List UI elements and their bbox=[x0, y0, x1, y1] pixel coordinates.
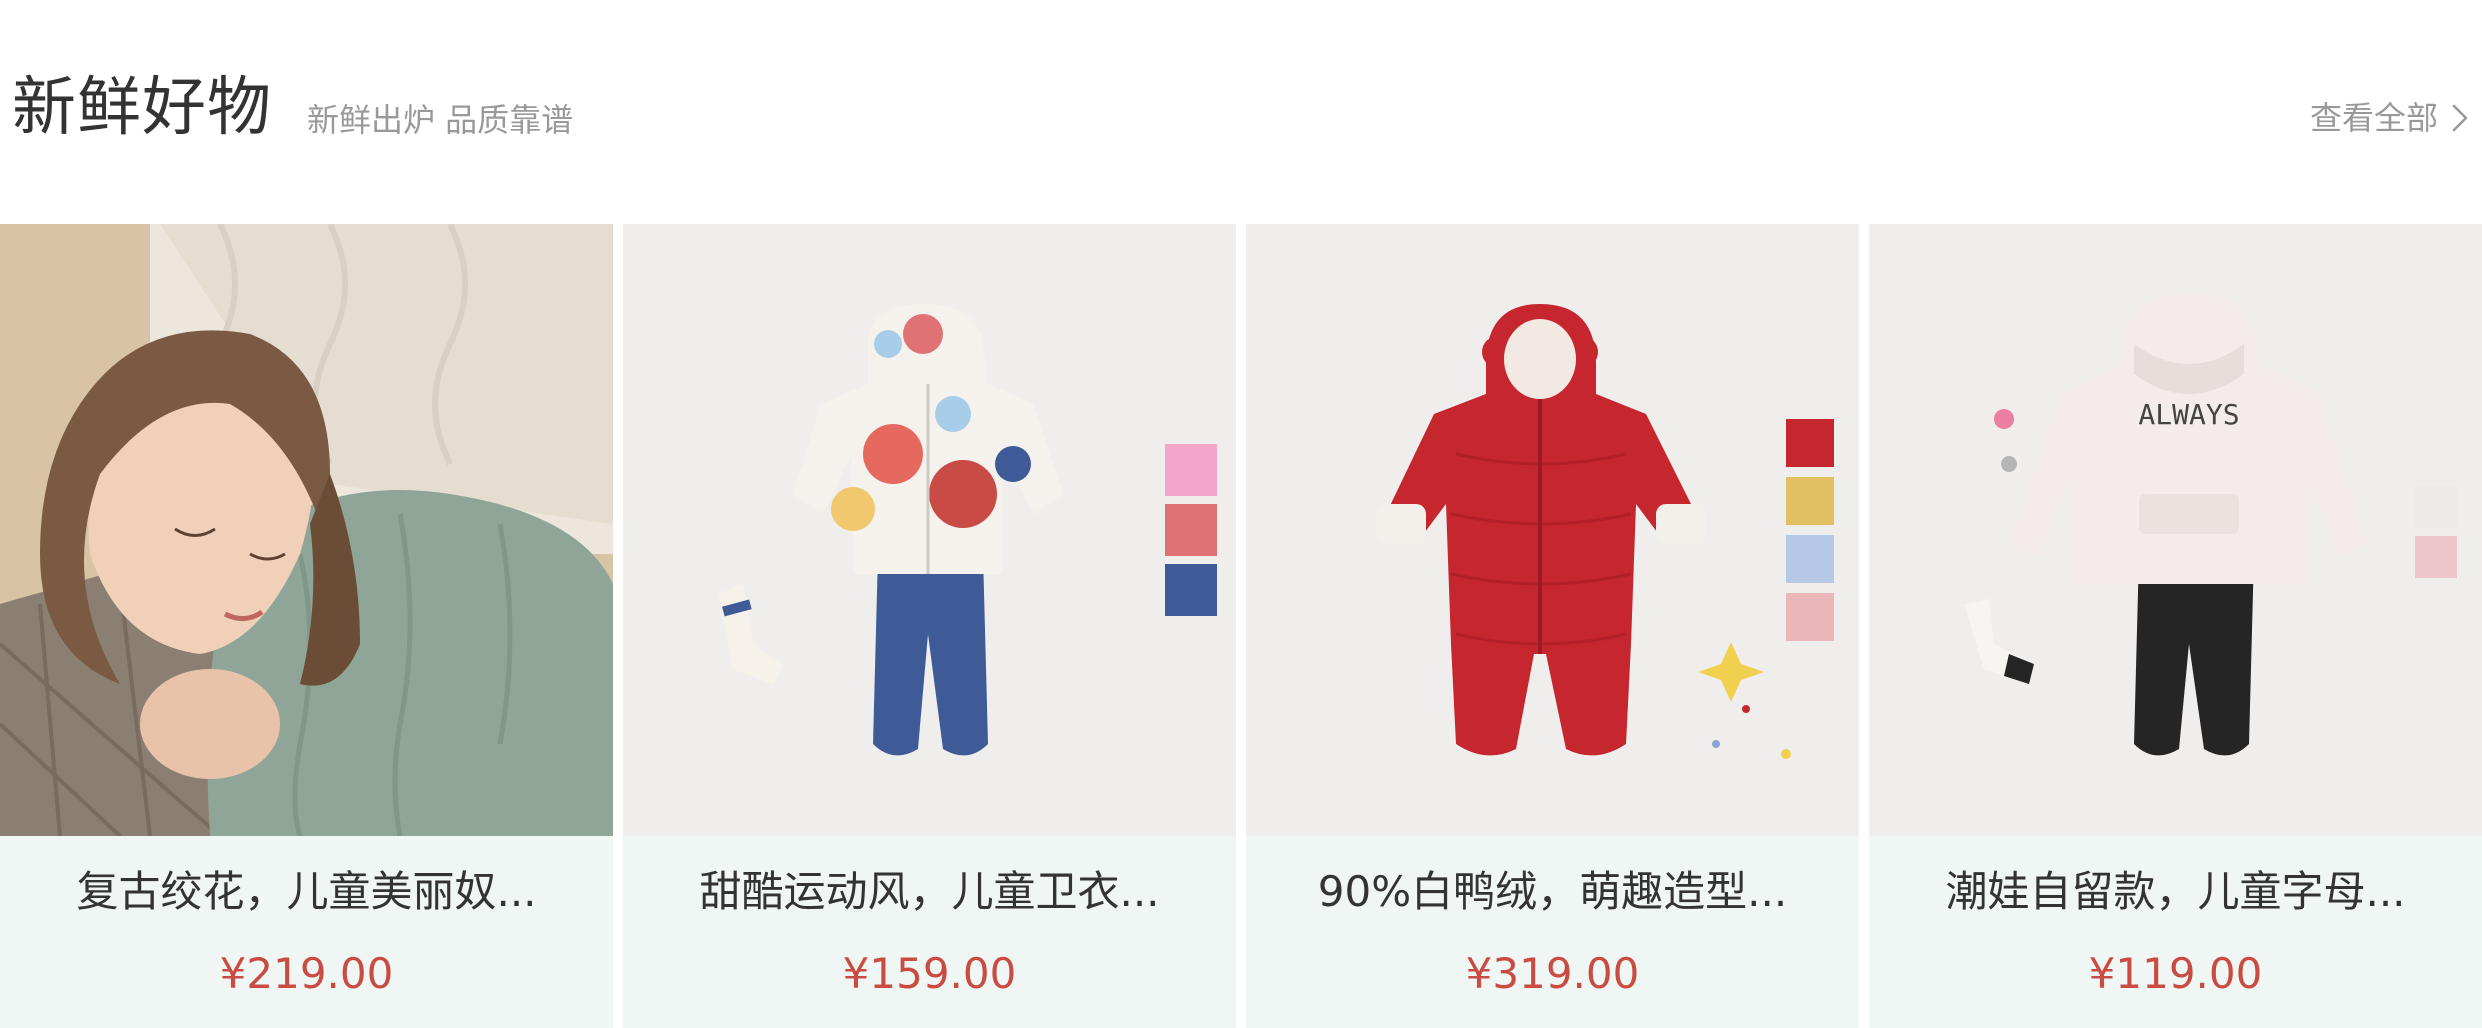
color-swatch bbox=[1165, 444, 1217, 496]
section-subtitle: 新鲜出炉 品质靠谱 bbox=[307, 101, 574, 139]
product-price: ¥219.00 bbox=[219, 949, 394, 998]
product-name: 潮娃自留款，儿童字母... bbox=[1945, 867, 2406, 916]
product-price: ¥119.00 bbox=[2088, 949, 2263, 998]
product-name: 甜酷运动风，儿童卫衣... bbox=[699, 867, 1160, 916]
product-image-hoodie-set bbox=[623, 224, 1236, 836]
hoodie-set-photo bbox=[623, 224, 1236, 836]
product-price: ¥159.00 bbox=[842, 949, 1017, 998]
product-image-girl-sweater bbox=[0, 224, 613, 836]
red-snowsuit-photo bbox=[1246, 224, 1859, 836]
color-swatch bbox=[2415, 486, 2457, 528]
chevron-right-icon bbox=[2452, 104, 2468, 132]
product-image-red-snowsuit bbox=[1246, 224, 1859, 836]
color-swatch bbox=[1786, 535, 1834, 583]
product-name: 90%白鸭绒，萌趣造型... bbox=[1317, 867, 1788, 916]
product-price: ¥319.00 bbox=[1465, 949, 1640, 998]
view-all-link[interactable]: 查看全部 bbox=[2310, 94, 2470, 142]
girl-sweater-photo bbox=[0, 224, 613, 836]
color-swatch bbox=[1786, 477, 1834, 525]
color-swatch bbox=[1786, 419, 1834, 467]
color-swatch bbox=[2415, 536, 2457, 578]
product-card[interactable]: 90%白鸭绒，萌趣造型... ¥319.00 bbox=[1246, 224, 1859, 1028]
product-card[interactable]: 复古绞花，儿童美丽奴... ¥219.00 bbox=[0, 224, 613, 1028]
new-products-section: 新鲜好物 新鲜出炉 品质靠谱 查看全部 复古绞花，儿童美丽奴... ¥219.0… bbox=[0, 0, 2482, 1028]
color-swatch bbox=[1165, 504, 1217, 556]
product-image-always-hoodie: ALWAYS bbox=[1869, 224, 2482, 836]
section-header: 新鲜好物 新鲜出炉 品质靠谱 查看全部 bbox=[0, 0, 2482, 224]
color-swatch bbox=[1786, 593, 1834, 641]
product-card[interactable]: 甜酷运动风，儿童卫衣... ¥159.00 bbox=[623, 224, 1236, 1028]
always-hoodie-photo: ALWAYS bbox=[1869, 224, 2482, 836]
product-name: 复古绞花，儿童美丽奴... bbox=[76, 867, 537, 916]
view-all-label: 查看全部 bbox=[2309, 99, 2438, 137]
section-title: 新鲜好物 bbox=[12, 71, 272, 145]
color-swatch bbox=[1165, 564, 1217, 616]
product-grid: 复古绞花，儿童美丽奴... ¥219.00 甜酷运动风，儿童卫衣... ¥159… bbox=[0, 224, 2482, 1028]
always-print: ALWAYS bbox=[2138, 398, 2239, 431]
product-card[interactable]: ALWAYS 潮娃自留款，儿童字母... ¥119.00 bbox=[1869, 224, 2482, 1028]
